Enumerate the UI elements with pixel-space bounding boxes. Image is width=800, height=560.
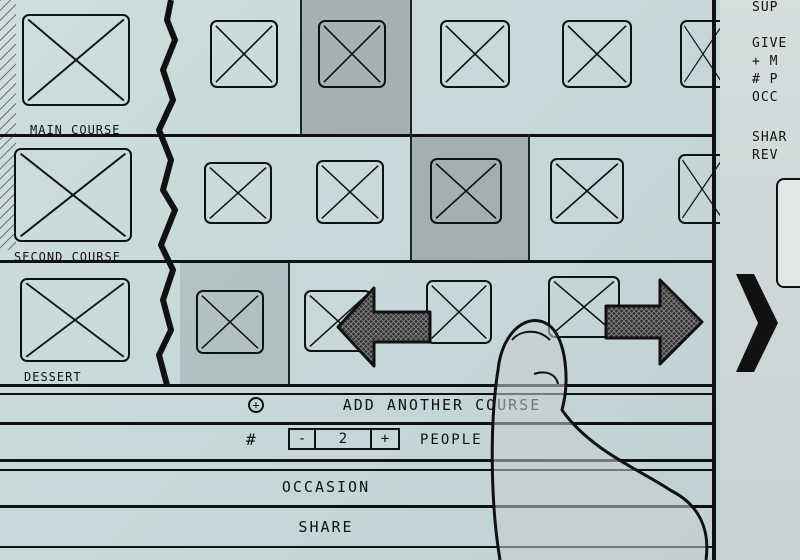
people-count: 2 bbox=[316, 430, 372, 448]
image-placeholder-icon bbox=[321, 165, 379, 219]
side-note: SUP bbox=[752, 0, 779, 15]
main-course-image[interactable] bbox=[22, 14, 130, 106]
dish-thumbnail-partial[interactable] bbox=[678, 154, 720, 224]
row-label-main-course: MAIN COURSE bbox=[30, 123, 121, 137]
side-note: GIVE bbox=[752, 36, 788, 51]
cell-divider bbox=[288, 262, 290, 384]
image-placeholder-icon bbox=[201, 295, 259, 349]
image-placeholder-icon bbox=[215, 25, 273, 83]
cell-divider bbox=[528, 134, 530, 260]
decrement-button[interactable]: - bbox=[290, 430, 316, 448]
side-note: OCC bbox=[752, 90, 779, 105]
dish-thumbnail-partial[interactable] bbox=[680, 20, 720, 88]
left-arrow-icon[interactable] bbox=[336, 284, 432, 370]
side-note: REV bbox=[752, 148, 779, 163]
cell-divider bbox=[300, 0, 302, 134]
image-placeholder-icon bbox=[209, 166, 267, 220]
dish-thumbnail[interactable] bbox=[550, 158, 624, 224]
chevron-right-icon[interactable] bbox=[732, 268, 780, 378]
image-placeholder-icon bbox=[435, 163, 497, 219]
row-label-second-course: SECOND COURSE bbox=[14, 250, 121, 264]
people-stepper[interactable]: - 2 + bbox=[288, 428, 400, 450]
row-label-dessert: DESSERT bbox=[24, 370, 82, 384]
image-placeholder-icon bbox=[555, 163, 619, 219]
image-placeholder-icon bbox=[683, 25, 720, 83]
dish-thumbnail[interactable] bbox=[440, 20, 510, 88]
dish-thumbnail[interactable] bbox=[562, 20, 632, 88]
dish-thumbnail[interactable] bbox=[210, 20, 278, 88]
second-course-image[interactable] bbox=[14, 148, 132, 242]
side-note: + M bbox=[752, 54, 779, 69]
image-placeholder-icon bbox=[445, 25, 505, 83]
dish-thumbnail[interactable] bbox=[316, 160, 384, 224]
dish-thumbnail[interactable] bbox=[196, 290, 264, 354]
image-placeholder-icon bbox=[19, 152, 127, 238]
scroll-break-line bbox=[156, 0, 178, 385]
image-placeholder-icon bbox=[27, 18, 125, 102]
dessert-image[interactable] bbox=[20, 278, 130, 362]
dish-thumbnail-selected[interactable] bbox=[430, 158, 502, 224]
cell-divider bbox=[410, 134, 412, 260]
image-placeholder-icon bbox=[682, 159, 720, 219]
finger-swipe-icon bbox=[490, 319, 709, 560]
cell-divider bbox=[410, 0, 412, 134]
people-hash-symbol: # bbox=[246, 430, 256, 449]
side-note: SHAR bbox=[752, 130, 788, 145]
side-note: # P bbox=[752, 72, 779, 87]
image-placeholder-icon bbox=[25, 282, 125, 358]
increment-button[interactable]: + bbox=[372, 430, 398, 448]
image-placeholder-icon bbox=[567, 25, 627, 83]
dish-thumbnail-selected[interactable] bbox=[318, 20, 386, 88]
image-placeholder-icon bbox=[323, 25, 381, 83]
menu-builder-frame: MAIN COURSE SECOND COURSE DESSERT + ADD … bbox=[0, 0, 720, 560]
dish-thumbnail[interactable] bbox=[204, 162, 272, 224]
